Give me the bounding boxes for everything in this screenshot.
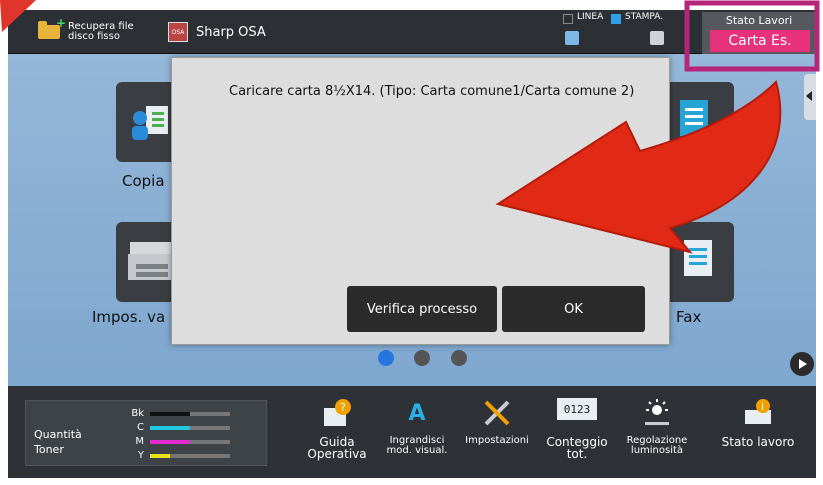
carta-esaurita-button[interactable]: Carta Es. bbox=[710, 30, 810, 52]
page-dot-3[interactable] bbox=[451, 350, 467, 366]
stato-lavori-panel[interactable]: Stato Lavori Carta Es. bbox=[702, 12, 816, 54]
fax-document-icon bbox=[684, 240, 712, 276]
stato-lavoro-label: Stato lavoro bbox=[721, 435, 795, 449]
stato-lavori-label: Stato Lavori bbox=[725, 14, 793, 27]
printer-device-icon bbox=[650, 31, 664, 45]
toner-title-line2: Toner bbox=[34, 443, 64, 456]
toner-fill-m bbox=[150, 440, 190, 444]
toner-bar-y bbox=[150, 454, 230, 458]
verifica-processo-button[interactable]: Verifica processo bbox=[347, 286, 497, 332]
brightness-icon bbox=[642, 398, 672, 428]
guida-operativa-button[interactable]: ? Guida Operativa bbox=[297, 386, 377, 478]
impos-label: Impos. va bbox=[92, 308, 166, 326]
scan-app-tile[interactable] bbox=[662, 82, 734, 162]
toner-bar-m bbox=[150, 440, 230, 444]
top-bar: Recupera file disco fisso OSA Sharp OSA … bbox=[8, 10, 816, 54]
dialog-message: Caricare carta 8½X14. (Tipo: Carta comun… bbox=[229, 84, 635, 99]
network-device-icon bbox=[565, 31, 579, 45]
toner-key-c: C bbox=[137, 422, 144, 433]
toner-title-line1: Quantità bbox=[34, 428, 82, 441]
toner-fill-c bbox=[150, 426, 190, 430]
recupera-file-button[interactable]: Recupera file disco fisso bbox=[38, 10, 134, 54]
toner-key-y: Y bbox=[137, 450, 144, 461]
stato-lavoro-button[interactable]: i Stato lavoro bbox=[718, 386, 798, 478]
toner-key-m: M bbox=[135, 436, 144, 447]
recupera-label-line2: disco fisso bbox=[68, 31, 120, 42]
regolazione-label: Regolazione luminosità bbox=[626, 435, 688, 456]
bottom-bar: Quantità Toner Bk C M Y ? Guida Operativ… bbox=[8, 386, 816, 478]
guida-label: Guida Operativa bbox=[307, 435, 367, 461]
guide-book-icon: ? bbox=[322, 398, 352, 428]
impostazioni-button[interactable]: Impostazioni bbox=[457, 386, 537, 478]
copia-label: Copia bbox=[122, 172, 165, 190]
stampa-indicator-icon bbox=[611, 14, 621, 24]
toner-fill-y bbox=[150, 454, 170, 458]
impostazioni-label: Impostazioni bbox=[465, 435, 529, 446]
paper-load-dialog: Caricare carta 8½X14. (Tipo: Carta comun… bbox=[171, 57, 670, 345]
magnify-text-icon: A bbox=[408, 400, 426, 426]
fax-app-tile[interactable] bbox=[662, 222, 734, 302]
linea-indicator-icon bbox=[563, 14, 573, 24]
sharp-osa-label: Sharp OSA bbox=[196, 24, 266, 40]
conteggio-label: Conteggio tot. bbox=[546, 435, 608, 461]
folder-add-icon bbox=[38, 16, 66, 39]
conteggio-totale-button[interactable]: 0123 Conteggio tot. bbox=[537, 386, 617, 478]
side-panel-toggle[interactable] bbox=[804, 74, 816, 120]
sharp-osa-button[interactable]: OSA Sharp OSA bbox=[168, 10, 266, 54]
partial-app-label: x bbox=[712, 172, 721, 190]
toner-key-bk: Bk bbox=[131, 408, 144, 419]
linea-label: LINEA bbox=[577, 12, 604, 22]
toner-bar-bk bbox=[150, 412, 230, 416]
toner-fill-bk bbox=[150, 412, 190, 416]
counter-icon: 0123 bbox=[557, 398, 597, 420]
document-icon bbox=[680, 100, 708, 136]
svg-text:?: ? bbox=[340, 401, 346, 414]
page-dot-2[interactable] bbox=[414, 350, 430, 366]
next-page-button[interactable] bbox=[790, 352, 814, 376]
svg-text:i: i bbox=[761, 402, 764, 413]
page-dot-1[interactable] bbox=[378, 350, 394, 366]
fax-label: Fax bbox=[676, 308, 702, 326]
ok-button[interactable]: OK bbox=[502, 286, 645, 332]
ingrandisci-label: Ingrandisci mod. visual. bbox=[386, 435, 448, 456]
regolazione-luminosita-button[interactable]: Regolazione luminosità bbox=[617, 386, 697, 478]
tools-icon bbox=[482, 398, 512, 428]
toner-bar-c bbox=[150, 426, 230, 430]
toner-quantity-panel: Quantità Toner Bk C M Y bbox=[25, 400, 267, 466]
stampa-label: STAMPA. bbox=[625, 12, 664, 22]
job-status-icon: i bbox=[743, 398, 773, 428]
ingrandisci-button[interactable]: A Ingrandisci mod. visual. bbox=[377, 386, 457, 478]
osa-icon: OSA bbox=[168, 22, 188, 42]
